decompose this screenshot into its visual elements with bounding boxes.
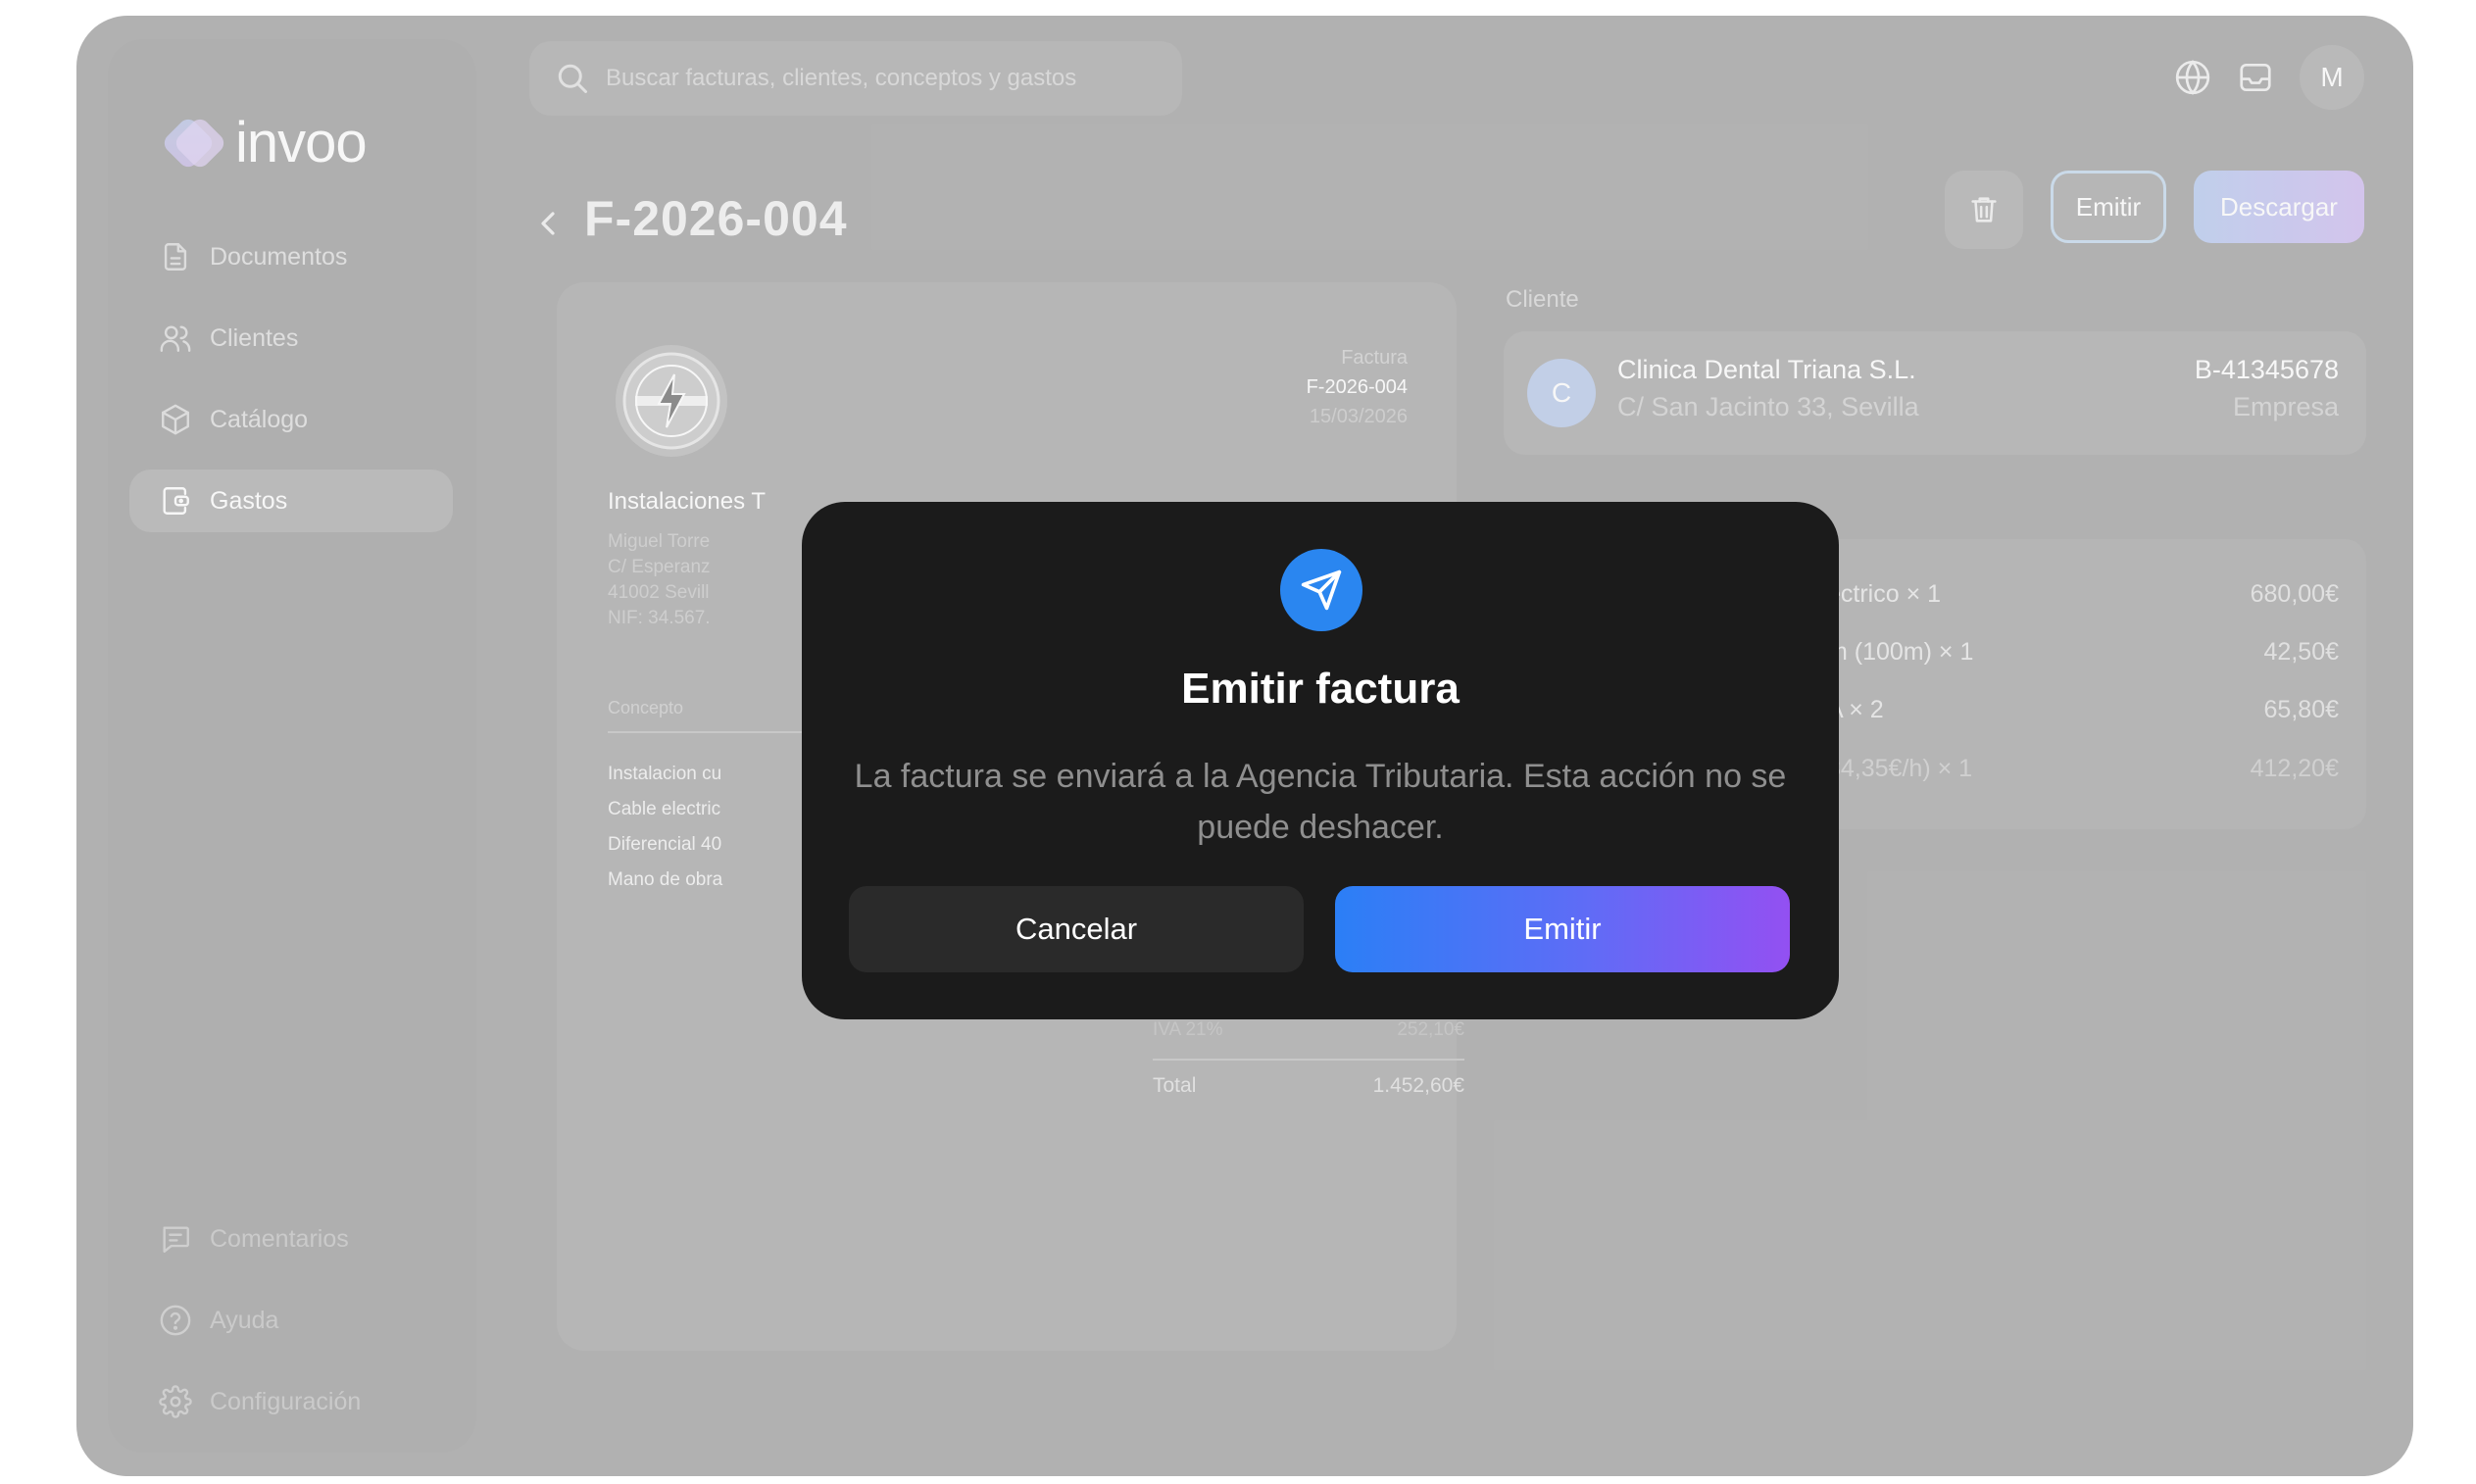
app-frame: invoo Documentos Clientes Catálogo Gasto… (76, 16, 2413, 1476)
cancel-button[interactable]: Cancelar (849, 886, 1304, 972)
send-icon (1280, 549, 1362, 631)
confirm-emit-button[interactable]: Emitir (1335, 886, 1790, 972)
emit-invoice-dialog: Emitir factura La factura se enviará a l… (802, 502, 1839, 1019)
dialog-title: Emitir factura (1181, 665, 1460, 713)
dialog-message: La factura se enviará a la Agencia Tribu… (854, 758, 1787, 846)
